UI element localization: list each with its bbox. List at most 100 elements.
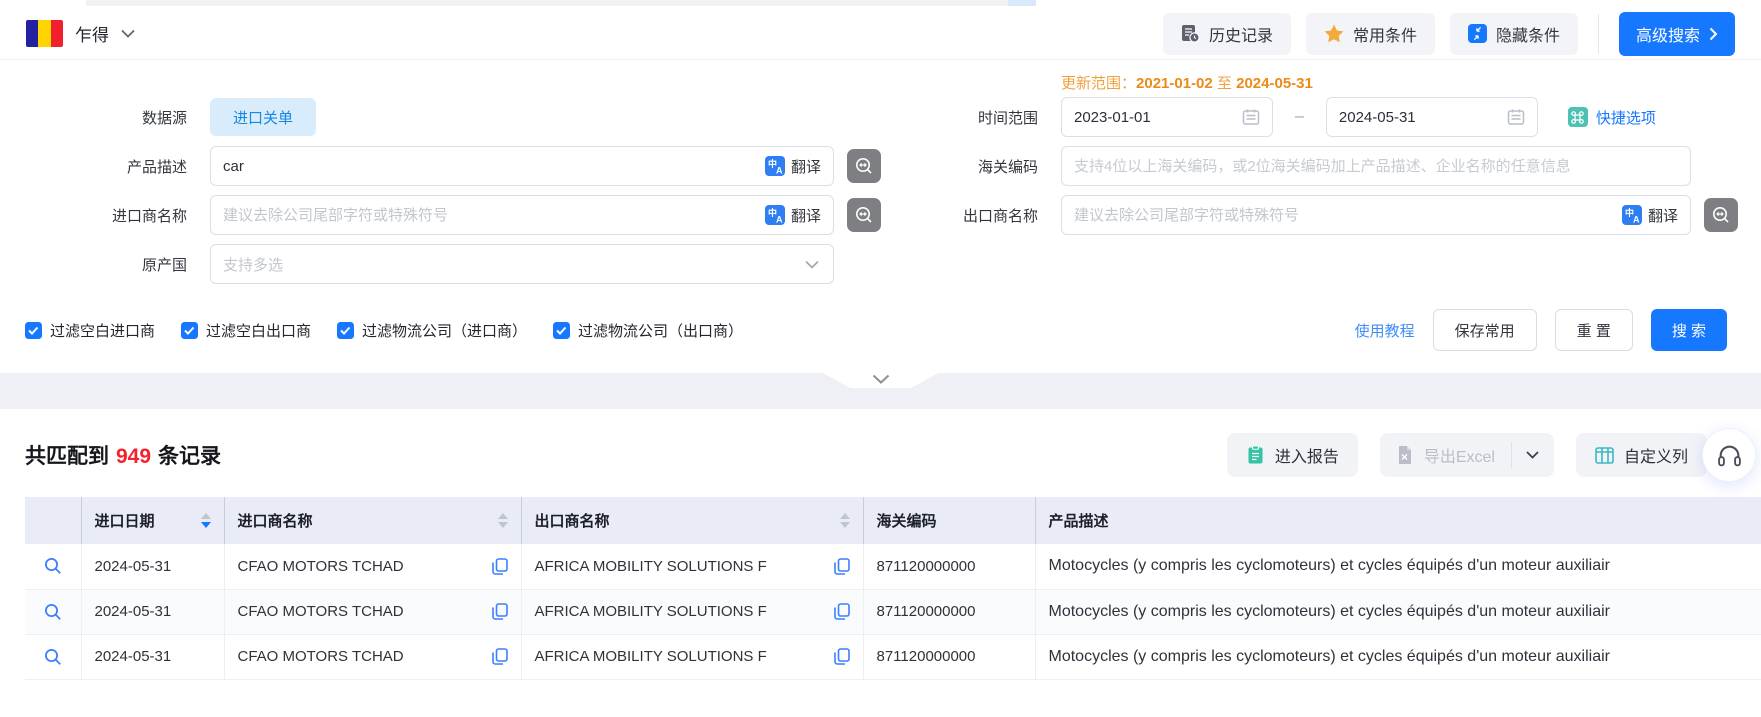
chevron-down-icon [805, 260, 819, 269]
exact-match-toggle[interactable] [1704, 198, 1738, 232]
checkbox-checked-icon [553, 322, 570, 339]
exporter-name-input[interactable] [1062, 207, 1610, 224]
copy-icon[interactable] [492, 558, 508, 575]
copy-icon[interactable] [492, 603, 508, 620]
hide-conditions-label: 隐藏条件 [1496, 22, 1560, 46]
table-row[interactable]: 2024-05-31 CFAO MOTORS TCHAD AFRICA MOBI… [25, 634, 1761, 679]
row-detail-search-button[interactable] [44, 603, 62, 621]
history-icon [1181, 24, 1200, 43]
header-cell-importer[interactable]: 进口商名称 [224, 497, 521, 544]
exact-match-icon [1711, 205, 1731, 225]
exact-match-icon [854, 156, 874, 176]
translate-button[interactable]: 中A 翻译 [753, 205, 833, 226]
sort-icon[interactable] [498, 513, 508, 528]
translate-button[interactable]: 中A 翻译 [753, 156, 833, 177]
hide-conditions-button[interactable]: 隐藏条件 [1450, 13, 1578, 55]
results-header: 共匹配到 949 条记录 进入报告 导出Excel [0, 409, 1761, 497]
header-label: 出口商名称 [535, 510, 610, 531]
quick-options-button[interactable]: 快捷选项 [1568, 107, 1656, 128]
search-button[interactable]: 搜 索 [1651, 309, 1727, 351]
cell-importer-name: CFAO MOTORS TCHAD [238, 603, 404, 620]
update-range-row: 更新范围：2021-01-02 至 2024-05-31 [0, 72, 1761, 93]
checkbox-checked-icon [337, 322, 354, 339]
date-range-separator: – [1295, 108, 1304, 126]
checkbox-filter-blank-exporter[interactable]: 过滤空白出口商 [181, 320, 311, 341]
product-desc-input-group: 中A 翻译 [210, 146, 834, 186]
customer-service-button[interactable] [1703, 429, 1755, 481]
exporter-input-group: 中A 翻译 [1061, 195, 1691, 235]
header-cell-exporter[interactable]: 出口商名称 [521, 497, 863, 544]
translate-button[interactable]: 中A 翻译 [1610, 205, 1690, 226]
reset-button[interactable]: 重 置 [1555, 309, 1633, 351]
table-row[interactable]: 2024-05-31 CFAO MOTORS TCHAD AFRICA MOBI… [25, 589, 1761, 634]
row-detail-search-button[interactable] [44, 648, 62, 666]
sort-icon[interactable] [840, 513, 850, 528]
form-actions-row: 过滤空白进口商 过滤空白出口商 过滤物流公司（进口商） 过滤物流公司（出口商） … [0, 293, 1761, 373]
checkbox-filter-logistics-exporter[interactable]: 过滤物流公司（出口商） [553, 320, 743, 341]
calendar-icon [1242, 108, 1260, 126]
header-cell-date[interactable]: 进口日期 [81, 497, 224, 544]
save-common-button[interactable]: 保存常用 [1433, 309, 1537, 351]
country-picker[interactable]: 乍得 [26, 20, 135, 47]
search-panel: 更新范围：2021-01-02 至 2024-05-31 数据源 进口关单 时间… [0, 60, 1761, 373]
product-desc-input[interactable] [211, 158, 753, 175]
checkbox-label: 过滤物流公司（出口商） [578, 320, 743, 341]
cell-import-date: 2024-05-31 [95, 603, 172, 620]
tab-import-declaration[interactable]: 进口关单 [210, 98, 316, 136]
translate-icon: 中A [765, 205, 785, 225]
header-label: 海关编码 [877, 510, 937, 531]
calendar-icon [1507, 108, 1525, 126]
exact-match-toggle[interactable] [847, 198, 881, 232]
export-excel-button[interactable]: 导出Excel [1380, 433, 1511, 477]
export-options-button[interactable] [1512, 433, 1554, 477]
origin-country-select[interactable]: 支持多选 [210, 244, 834, 284]
summary-count: 949 [116, 445, 151, 468]
cell-import-date: 2024-05-31 [95, 648, 172, 665]
top-edge-strip-accent [1008, 0, 1036, 6]
summary-prefix: 共匹配到 [25, 445, 109, 468]
favorites-button[interactable]: 常用条件 [1306, 13, 1435, 55]
checkbox-filter-blank-importer[interactable]: 过滤空白进口商 [25, 320, 155, 341]
checkbox-filter-logistics-importer[interactable]: 过滤物流公司（进口商） [337, 320, 527, 341]
advanced-search-button[interactable]: 高级搜索 [1619, 12, 1735, 56]
tutorial-link[interactable]: 使用教程 [1355, 320, 1415, 341]
chevron-down-icon[interactable] [872, 374, 890, 384]
filter-checkboxes: 过滤空白进口商 过滤空白出口商 过滤物流公司（进口商） 过滤物流公司（出口商） [25, 320, 743, 341]
exact-match-toggle[interactable] [847, 149, 881, 183]
results-summary: 共匹配到 949 条记录 [25, 440, 221, 470]
chevron-right-icon [1709, 27, 1718, 41]
enter-report-button[interactable]: 进入报告 [1227, 433, 1358, 477]
date-end-field[interactable]: 2024-05-31 [1326, 97, 1538, 137]
importer-input-group: 中A 翻译 [210, 195, 834, 235]
form-action-buttons: 使用教程 保存常用 重 置 搜 索 [1355, 309, 1727, 351]
form-row-2: 产品描述 中A 翻译 海关编码 [0, 146, 1761, 186]
table-header-row: 进口日期 进口商名称 出口商名称 [25, 497, 1761, 544]
page: 乍得 历史记录 常用条件 隐藏条件 高级搜索 [0, 0, 1761, 717]
headset-icon [1716, 442, 1743, 469]
copy-icon[interactable] [834, 648, 850, 665]
translate-icon: 中A [1622, 205, 1642, 225]
customize-columns-button[interactable]: 自定义列 [1576, 433, 1707, 477]
cell-importer-name: CFAO MOTORS TCHAD [238, 558, 404, 575]
table-row[interactable]: 2024-05-31 CFAO MOTORS TCHAD AFRICA MOBI… [25, 544, 1761, 589]
results-table: 进口日期 进口商名称 出口商名称 [25, 497, 1761, 680]
topbar: 乍得 历史记录 常用条件 隐藏条件 高级搜索 [0, 0, 1761, 60]
copy-icon[interactable] [492, 648, 508, 665]
cell-exporter-name: AFRICA MOBILITY SOLUTIONS F [535, 603, 767, 620]
copy-icon[interactable] [834, 603, 850, 620]
history-button[interactable]: 历史记录 [1163, 13, 1291, 55]
cell-importer-name: CFAO MOTORS TCHAD [238, 648, 404, 665]
update-range-to: 2024-05-31 [1236, 75, 1313, 92]
row-detail-search-button[interactable] [44, 557, 62, 575]
cell-product-desc: Motocycles (y compris les cyclomoteurs) … [1036, 603, 1761, 621]
importer-name-input[interactable] [211, 207, 753, 224]
quick-options-label: 快捷选项 [1596, 107, 1656, 128]
summary-suffix: 条记录 [158, 445, 221, 468]
copy-icon[interactable] [834, 558, 850, 575]
date-start-field[interactable]: 2023-01-01 [1061, 97, 1273, 137]
sort-icon-desc-active[interactable] [201, 513, 211, 528]
hs-code-input[interactable] [1062, 158, 1690, 175]
header-cell-product: 产品描述 [1035, 497, 1761, 544]
results-panel: 共匹配到 949 条记录 进入报告 导出Excel [0, 409, 1761, 680]
export-excel-label: 导出Excel [1424, 443, 1495, 467]
